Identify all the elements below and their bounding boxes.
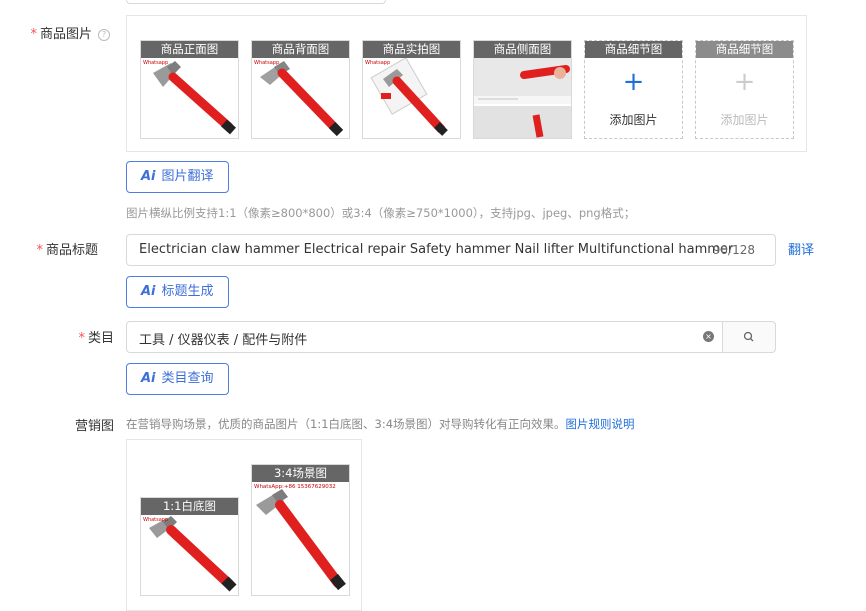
title-char-counter: 90/128 bbox=[712, 243, 755, 257]
image-caption: 商品背面图 bbox=[252, 41, 349, 58]
image-caption: 商品实拍图 bbox=[363, 41, 460, 58]
add-image-label: 添加图片 bbox=[720, 113, 769, 127]
category-search-button[interactable] bbox=[722, 321, 776, 353]
clear-icon[interactable]: × bbox=[703, 331, 714, 342]
add-image-label: 添加图片 bbox=[609, 113, 658, 127]
add-detail-image-button-disabled: 商品细节图 + 添加图片 bbox=[695, 40, 794, 139]
image-caption: 商品正面图 bbox=[141, 41, 238, 58]
title-translate-link[interactable]: 翻译 bbox=[788, 239, 814, 258]
image-thumb-side[interactable]: 商品侧面图 bbox=[473, 40, 572, 139]
marketing-image-white-bg[interactable]: 1:1白底图 Whatsapp bbox=[140, 497, 239, 596]
marketing-images-panel: 1:1白底图 Whatsapp 3:4场景图 WhatsApp:+86 1536… bbox=[126, 439, 362, 611]
title-generate-button[interactable]: Ai 标题生成 bbox=[126, 276, 229, 308]
image-caption: 1:1白底图 bbox=[141, 498, 238, 515]
title-label: * 商品标题 bbox=[36, 243, 98, 258]
button-label: 类目查询 bbox=[161, 371, 214, 386]
category-input[interactable]: 工具 / 仪器仪表 / 配件与附件 × bbox=[126, 321, 724, 353]
product-images-panel: 商品正面图 Whatsapp 商品背面图 Whatsapp 商品实拍图 What… bbox=[126, 15, 807, 152]
question-circle-icon[interactable]: ? bbox=[98, 28, 110, 41]
watermark-text: Whatsapp bbox=[143, 517, 169, 523]
ai-icon: Ai bbox=[141, 371, 156, 386]
watermark-text: Whatsapp bbox=[143, 60, 169, 66]
plus-icon: + bbox=[622, 67, 645, 97]
image-caption: 商品侧面图 bbox=[474, 41, 571, 58]
image-format-hint: 图片横纵比例支持1:1（像素≥800*800）或3:4（像素≥750*1000）… bbox=[126, 206, 636, 220]
ai-icon: Ai bbox=[141, 169, 156, 184]
title-value: Electrician claw hammer Electrical repai… bbox=[139, 242, 734, 257]
add-detail-image-button[interactable]: 商品细节图 + 添加图片 bbox=[584, 40, 683, 139]
image-thumb-package[interactable]: 商品实拍图 Whatsapp bbox=[362, 40, 461, 139]
watermark-text: WhatsApp:+86 15367629032 bbox=[254, 484, 336, 490]
ai-icon: Ai bbox=[141, 284, 156, 299]
watermark-text: Whatsapp bbox=[254, 60, 280, 66]
category-label: * 类目 bbox=[78, 331, 114, 346]
previous-field-input[interactable] bbox=[126, 0, 386, 4]
category-query-button[interactable]: Ai 类目查询 bbox=[126, 363, 229, 395]
marketing-hint: 在营销导购场景，优质的商品图片（1:1白底图、3:4场景图）对导购转化有正向效果… bbox=[126, 417, 635, 431]
marketing-label: 营销图 bbox=[74, 419, 114, 434]
image-translate-button[interactable]: Ai 图片翻译 bbox=[126, 161, 229, 193]
image-rules-link[interactable]: 图片规则说明 bbox=[566, 417, 635, 431]
image-caption: 商品细节图 bbox=[585, 41, 682, 58]
button-label: 标题生成 bbox=[161, 284, 214, 299]
button-label: 图片翻译 bbox=[161, 169, 214, 184]
title-input[interactable]: Electrician claw hammer Electrical repai… bbox=[126, 234, 776, 266]
watermark-text: Whatsapp bbox=[365, 60, 391, 66]
category-value: 工具 / 仪器仪表 / 配件与附件 bbox=[139, 333, 308, 348]
plus-icon: + bbox=[733, 67, 756, 97]
product-images-label: * 商品图片? bbox=[30, 23, 110, 42]
image-caption: 3:4场景图 bbox=[252, 465, 349, 482]
image-thumb-back[interactable]: 商品背面图 Whatsapp bbox=[251, 40, 350, 139]
image-thumb-front[interactable]: 商品正面图 Whatsapp bbox=[140, 40, 239, 139]
search-icon bbox=[743, 331, 754, 342]
marketing-image-scene[interactable]: 3:4场景图 WhatsApp:+86 15367629032 bbox=[251, 464, 350, 596]
image-caption: 商品细节图 bbox=[696, 41, 793, 58]
